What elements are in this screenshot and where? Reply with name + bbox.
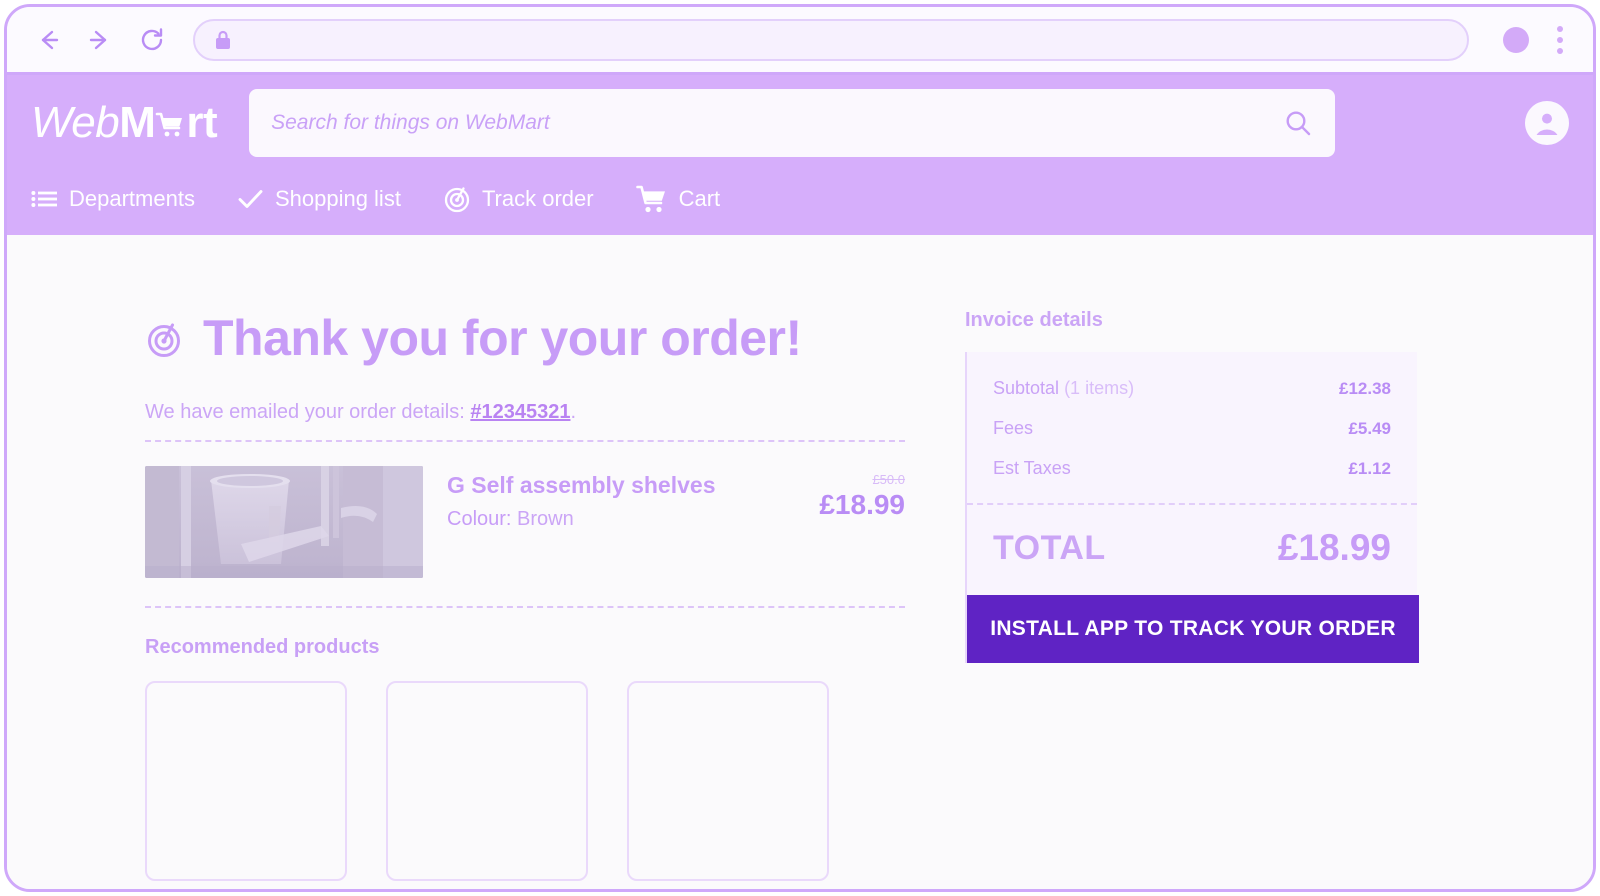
invoice-label-taxes: Est Taxes [993, 458, 1071, 478]
radar-target-icon [148, 323, 180, 357]
recommended-card-2[interactable] [386, 681, 588, 881]
nav-label-cart: Cart [678, 185, 721, 211]
search-bar[interactable]: Search for things on WebMart [249, 88, 1336, 157]
browser-window: Web M rt Search for things on WebMart De… [4, 4, 1596, 892]
page-body: Thank you for your order! We have emaile… [7, 235, 1593, 889]
invoice-total-row: TOTAL £18.99 [967, 505, 1417, 595]
reload-icon [141, 27, 163, 50]
search-input[interactable]: Search for things on WebMart [271, 111, 1283, 135]
chrome-actions [1503, 25, 1571, 55]
radar-target-icon [444, 186, 470, 212]
order-email-notice: We have emailed your order details: #123… [145, 401, 905, 424]
invoice-value-fees: £5.49 [1348, 419, 1391, 438]
product-name[interactable]: G Self assembly shelves [447, 472, 751, 499]
browser-menu-button[interactable] [1549, 25, 1571, 55]
install-app-button[interactable]: INSTALL APP TO TRACK YOUR ORDER [967, 595, 1419, 663]
logo-cart-icon [155, 109, 185, 139]
arrow-left-icon [41, 30, 59, 49]
site-header: Web M rt Search for things on WebMart De… [7, 75, 1593, 235]
invoice-total-label: TOTAL [993, 528, 1106, 567]
invoice-line-items: Subtotal (1 items) £12.38 Fees £5.49 Est… [967, 352, 1417, 505]
product-colour: Colour: Brown [447, 508, 751, 531]
nav-item-shopping-list[interactable]: Shopping list [237, 186, 401, 212]
recommended-products-title: Recommended products [145, 636, 380, 658]
logo-text-web: Web [31, 97, 120, 147]
header-nav: Departments Shopping list Track order Ca… [31, 170, 1569, 235]
invoice-row-taxes: Est Taxes £1.12 [993, 458, 1391, 479]
invoice-row-subtotal: Subtotal (1 items) £12.38 [993, 378, 1391, 399]
kebab-dot [1557, 36, 1563, 43]
invoice-label-subtotal-text: Subtotal [993, 378, 1065, 398]
invoice-row-fees: Fees £5.49 [993, 418, 1391, 439]
order-summary-column: Thank you for your order! We have emaile… [145, 309, 905, 881]
recommended-card-3[interactable] [627, 681, 829, 881]
nav-item-departments[interactable]: Departments [31, 186, 195, 212]
invoice-value-taxes: £1.12 [1348, 459, 1391, 478]
product-thumbnail[interactable] [145, 466, 423, 578]
divider-bottom [145, 606, 905, 608]
product-info: G Self assembly shelves Colour: Brown [447, 466, 751, 531]
order-id-link[interactable]: #12345321 [470, 401, 570, 423]
kebab-dot [1557, 25, 1563, 32]
product-price-current: £18.99 [819, 489, 905, 520]
order-email-suffix: . [570, 401, 577, 423]
invoice-label-fees: Fees [993, 418, 1034, 438]
browser-profile-button[interactable] [1503, 26, 1529, 53]
address-bar[interactable] [193, 18, 1469, 61]
nav-label-track-order: Track order [481, 185, 594, 211]
product-price-original: £50.0 [872, 472, 905, 487]
product-colour-label: Colour: [447, 508, 512, 530]
recommended-card-1[interactable] [145, 681, 347, 881]
invoice-value-subtotal: £12.38 [1339, 379, 1391, 398]
recommended-products-grid [145, 681, 905, 881]
list-menu-icon [31, 190, 57, 207]
invoice-label-subtotal-count: (1 items) [1064, 378, 1135, 398]
lock-icon [216, 30, 230, 49]
invoice-total-value: £18.99 [1277, 527, 1391, 568]
back-button[interactable] [31, 23, 65, 57]
nav-item-track-order[interactable]: Track order [443, 185, 594, 213]
forward-button[interactable] [83, 23, 117, 57]
invoice-label-subtotal: Subtotal (1 items) [993, 378, 1134, 399]
kebab-dot [1557, 47, 1563, 54]
webmart-logo[interactable]: Web M rt [31, 97, 218, 148]
content-container: Thank you for your order! We have emaile… [145, 235, 1455, 881]
header-top-row: Web M rt Search for things on WebMart [31, 75, 1569, 170]
order-product-row: G Self assembly shelves Colour: Brown £5… [145, 442, 905, 606]
account-circle-icon [1536, 113, 1558, 135]
invoice-card: Subtotal (1 items) £12.38 Fees £5.49 Est… [965, 352, 1419, 663]
product-colour-value: Brown [517, 508, 574, 530]
invoice-column: Invoice details Subtotal (1 items) £12.3… [965, 309, 1445, 881]
arrow-right-icon [89, 30, 107, 49]
nav-item-cart[interactable]: Cart [635, 184, 721, 214]
thank-you-heading: Thank you for your order! [145, 309, 905, 367]
reload-button[interactable] [135, 23, 169, 57]
nav-label-shopping-list: Shopping list [274, 185, 401, 211]
search-icon[interactable] [1283, 108, 1313, 138]
browser-chrome [7, 7, 1593, 75]
logo-text-rt: rt [186, 97, 218, 147]
page-title: Thank you for your order! [203, 310, 802, 366]
account-button[interactable] [1525, 100, 1569, 145]
invoice-details-title: Invoice details [965, 309, 1103, 331]
shopping-cart-icon [635, 185, 665, 212]
check-icon [238, 189, 263, 208]
logo-text-m: M [119, 97, 156, 147]
nav-label-departments: Departments [69, 185, 195, 211]
product-prices: £50.0 £18.99 [775, 466, 905, 521]
order-email-prefix: We have emailed your order details: [145, 401, 471, 423]
